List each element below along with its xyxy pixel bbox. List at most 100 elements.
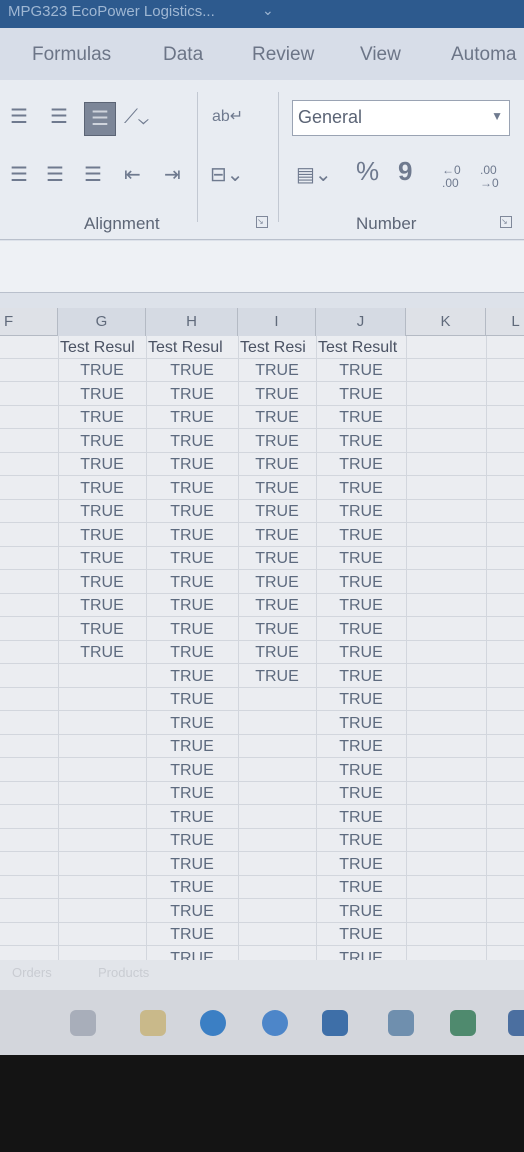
cell-h[interactable]: TRUE — [146, 618, 238, 641]
cell-g[interactable]: TRUE — [58, 383, 146, 406]
merge-center-icon[interactable]: ⊟⌄ — [210, 164, 244, 186]
file-explorer-icon[interactable] — [140, 1010, 166, 1036]
dialog-launcher-icon[interactable]: ↘ — [256, 216, 268, 228]
cell-j[interactable]: TRUE — [316, 900, 406, 923]
column-header-k[interactable]: K — [406, 308, 486, 336]
cell-h[interactable]: TRUE — [146, 477, 238, 500]
increase-indent-icon[interactable]: ⇥ — [164, 164, 181, 186]
cell-g[interactable]: TRUE — [58, 453, 146, 476]
cell-g[interactable]: TRUE — [58, 641, 146, 664]
cell-j[interactable]: TRUE — [316, 571, 406, 594]
worksheet-grid[interactable]: F G H I J K L Test Resul Test Resul Test… — [0, 308, 524, 960]
cell-g[interactable]: TRUE — [58, 571, 146, 594]
cell-h[interactable]: TRUE — [146, 806, 238, 829]
cell-j[interactable]: TRUE — [316, 594, 406, 617]
cell-j[interactable]: TRUE — [316, 688, 406, 711]
cell-g[interactable]: TRUE — [58, 430, 146, 453]
tab-automate[interactable]: Automa — [451, 44, 516, 66]
cell-h[interactable]: TRUE — [146, 665, 238, 688]
column-header-g[interactable]: G — [58, 308, 146, 336]
accounting-format-icon[interactable]: ▤⌄ — [296, 164, 332, 186]
align-top-icon[interactable]: ☰ — [10, 106, 28, 128]
cell-h[interactable]: TRUE — [146, 500, 238, 523]
header-cell-j[interactable]: Test Result — [316, 336, 406, 359]
cell-g[interactable]: TRUE — [58, 547, 146, 570]
cell-h[interactable]: TRUE — [146, 735, 238, 758]
store-icon[interactable] — [322, 1010, 348, 1036]
percent-style-icon[interactable]: % — [356, 158, 379, 184]
number-format-dropdown[interactable]: General ▼ — [292, 100, 510, 136]
cell-g[interactable]: TRUE — [58, 500, 146, 523]
task-view-icon[interactable] — [70, 1010, 96, 1036]
align-left-icon[interactable]: ☰ — [10, 164, 28, 186]
cell-g[interactable]: TRUE — [58, 359, 146, 382]
cell-h[interactable]: TRUE — [146, 829, 238, 852]
cell-h[interactable]: TRUE — [146, 524, 238, 547]
cell-j[interactable]: TRUE — [316, 712, 406, 735]
cell-j[interactable]: TRUE — [316, 735, 406, 758]
zoom-icon[interactable] — [262, 1010, 288, 1036]
cell-i[interactable]: TRUE — [238, 453, 316, 476]
cell-h[interactable]: TRUE — [146, 923, 238, 946]
dialog-launcher-icon[interactable]: ↘ — [500, 216, 512, 228]
cell-i[interactable]: TRUE — [238, 430, 316, 453]
cell-h[interactable]: TRUE — [146, 688, 238, 711]
excel-icon[interactable] — [450, 1010, 476, 1036]
tab-review[interactable]: Review — [252, 44, 314, 66]
align-center-icon[interactable]: ☰ — [46, 164, 64, 186]
column-header-j[interactable]: J — [316, 308, 406, 336]
cell-j[interactable]: TRUE — [316, 359, 406, 382]
tab-data[interactable]: Data — [163, 44, 203, 66]
cell-h[interactable]: TRUE — [146, 383, 238, 406]
cell-h[interactable]: TRUE — [146, 430, 238, 453]
cell-h[interactable]: TRUE — [146, 641, 238, 664]
cell-i[interactable]: TRUE — [238, 571, 316, 594]
cell-h[interactable]: TRUE — [146, 782, 238, 805]
cell-i[interactable]: TRUE — [238, 524, 316, 547]
sheet-tab-orders[interactable]: Orders — [12, 965, 52, 980]
cell-i[interactable]: TRUE — [238, 594, 316, 617]
cell-j[interactable]: TRUE — [316, 759, 406, 782]
cell-j[interactable]: TRUE — [316, 829, 406, 852]
cell-g[interactable]: TRUE — [58, 594, 146, 617]
cell-j[interactable]: TRUE — [316, 406, 406, 429]
cell-j[interactable]: TRUE — [316, 453, 406, 476]
cell-i[interactable]: TRUE — [238, 406, 316, 429]
formula-bar[interactable] — [0, 241, 524, 293]
header-cell-h[interactable]: Test Resul — [146, 336, 238, 359]
cell-g[interactable]: TRUE — [58, 406, 146, 429]
wrap-text-icon[interactable]: ab↵ — [212, 106, 243, 128]
align-middle-icon[interactable]: ☰ — [50, 106, 68, 128]
orientation-icon[interactable]: ⟋⌄ — [124, 106, 149, 128]
tab-formulas[interactable]: Formulas — [32, 44, 111, 66]
cell-i[interactable]: TRUE — [238, 477, 316, 500]
cell-j[interactable]: TRUE — [316, 383, 406, 406]
column-header-i[interactable]: I — [238, 308, 316, 336]
cell-i[interactable]: TRUE — [238, 500, 316, 523]
cell-j[interactable]: TRUE — [316, 782, 406, 805]
mail-icon[interactable] — [388, 1010, 414, 1036]
cell-i[interactable]: TRUE — [238, 618, 316, 641]
header-cell-g[interactable]: Test Resul — [58, 336, 146, 359]
cell-h[interactable]: TRUE — [146, 759, 238, 782]
column-header-f[interactable]: F — [0, 308, 58, 336]
cell-j[interactable]: TRUE — [316, 547, 406, 570]
cell-g[interactable]: TRUE — [58, 618, 146, 641]
cell-i[interactable]: TRUE — [238, 383, 316, 406]
cell-h[interactable]: TRUE — [146, 359, 238, 382]
cell-j[interactable]: TRUE — [316, 500, 406, 523]
cell-j[interactable]: TRUE — [316, 947, 406, 961]
cell-h[interactable]: TRUE — [146, 594, 238, 617]
cell-i[interactable]: TRUE — [238, 359, 316, 382]
comma-style-icon[interactable]: 9 — [398, 158, 412, 184]
cell-g[interactable]: TRUE — [58, 524, 146, 547]
cell-j[interactable]: TRUE — [316, 923, 406, 946]
cell-j[interactable]: TRUE — [316, 477, 406, 500]
cell-h[interactable]: TRUE — [146, 853, 238, 876]
cell-h[interactable]: TRUE — [146, 876, 238, 899]
cell-h[interactable]: TRUE — [146, 453, 238, 476]
cell-h[interactable]: TRUE — [146, 547, 238, 570]
cell-h[interactable]: TRUE — [146, 900, 238, 923]
edge-icon[interactable] — [200, 1010, 226, 1036]
cell-g[interactable]: TRUE — [58, 477, 146, 500]
